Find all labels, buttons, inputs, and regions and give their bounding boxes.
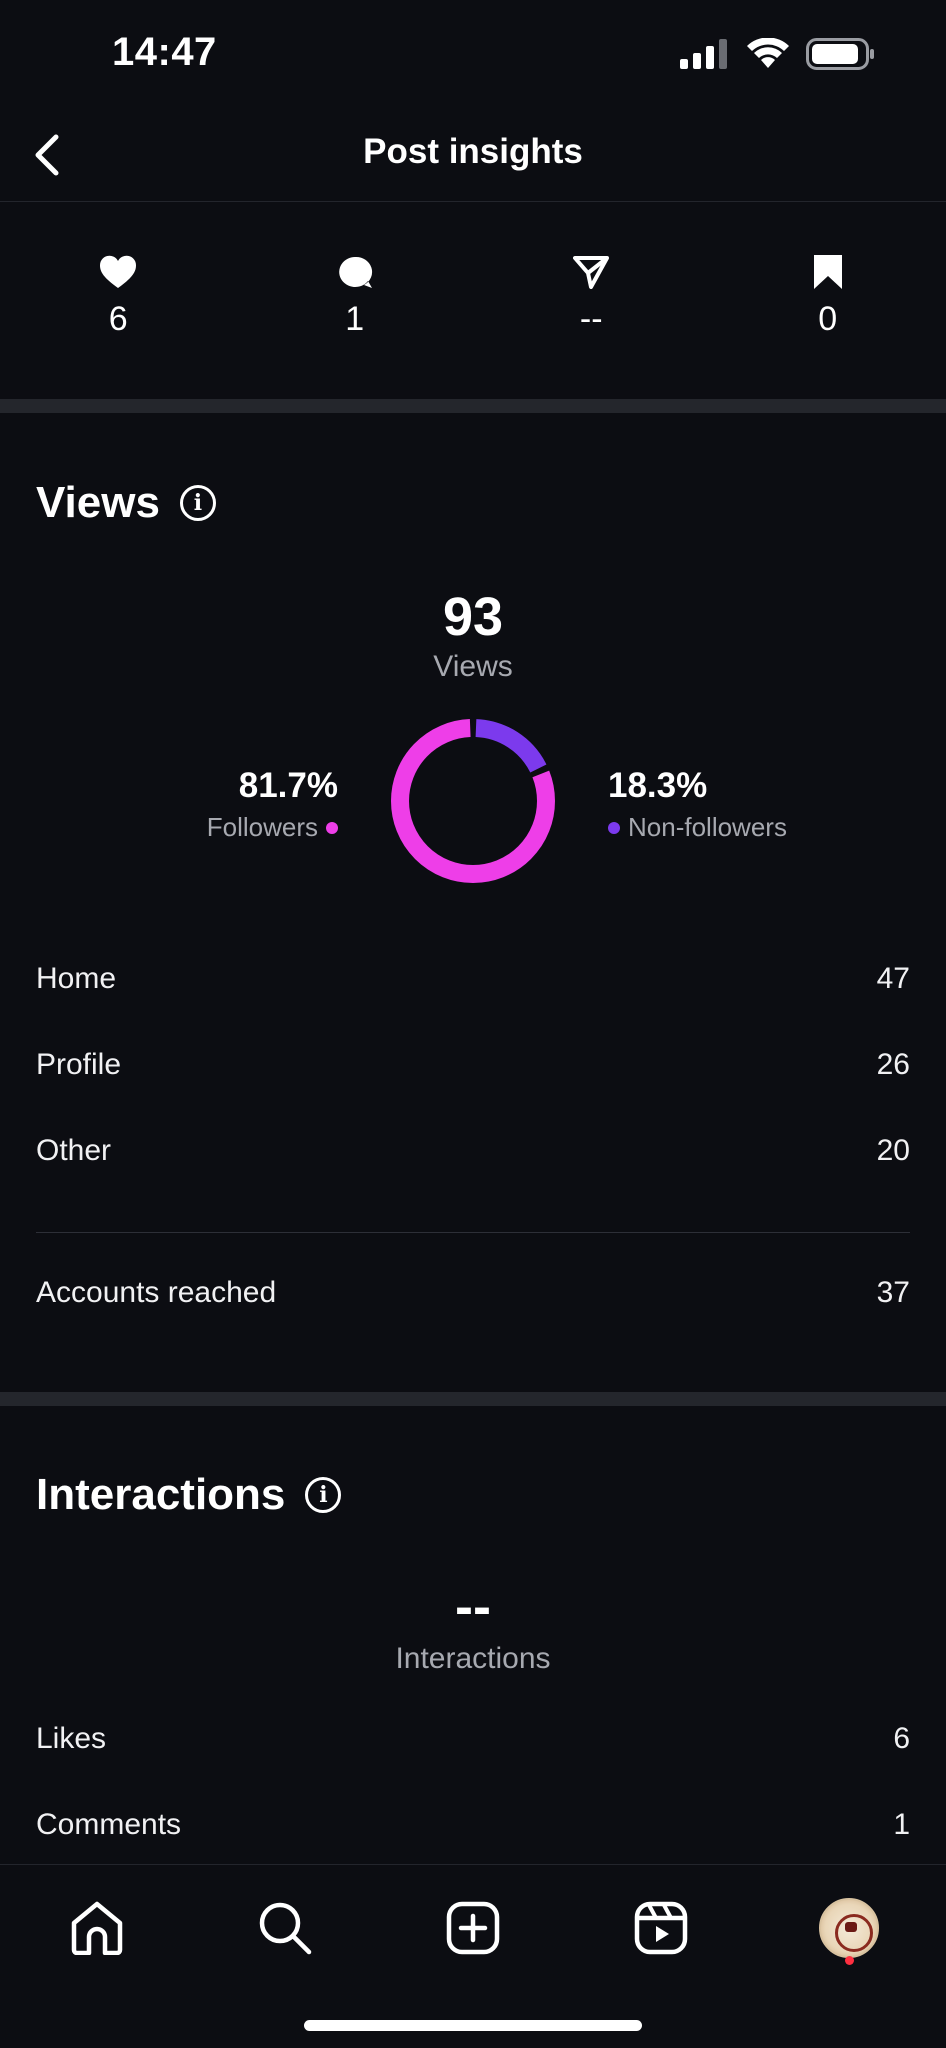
home-icon bbox=[71, 1901, 123, 1955]
source-label: Profile bbox=[36, 1048, 122, 1081]
interactions-row-comments: Comments 1 bbox=[36, 1808, 910, 1842]
stat-shares[interactable]: -- bbox=[473, 202, 710, 398]
views-title: Views bbox=[36, 478, 160, 527]
accounts-reached-label: Accounts reached bbox=[36, 1276, 277, 1309]
home-indicator bbox=[304, 2020, 642, 2031]
divider bbox=[36, 1232, 910, 1233]
followers-dot bbox=[326, 821, 338, 834]
views-donut-chart bbox=[390, 718, 556, 884]
source-value: 26 bbox=[876, 1048, 910, 1081]
info-icon[interactable]: i bbox=[305, 1477, 342, 1513]
page-title: Post insights bbox=[363, 132, 583, 171]
section-divider bbox=[0, 399, 946, 413]
stat-likes[interactable]: 6 bbox=[0, 202, 237, 398]
nav-home[interactable] bbox=[64, 1895, 130, 1961]
interaction-value: 6 bbox=[893, 1722, 910, 1755]
stat-saves-value: 0 bbox=[818, 300, 838, 338]
nonfollowers-label: Non-followers bbox=[628, 812, 787, 842]
interactions-title: Interactions bbox=[36, 1470, 286, 1519]
nonfollowers-dot bbox=[608, 821, 620, 834]
source-value: 20 bbox=[876, 1134, 910, 1167]
profile-avatar bbox=[819, 1898, 879, 1958]
nav-create[interactable] bbox=[440, 1895, 506, 1961]
heart-icon bbox=[99, 252, 137, 292]
source-value: 47 bbox=[876, 962, 910, 995]
interactions-total-label: Interactions bbox=[395, 1642, 551, 1675]
nav-reels[interactable] bbox=[628, 1895, 694, 1961]
status-bar: 14:47 bbox=[0, 0, 946, 110]
battery-icon bbox=[806, 38, 874, 70]
bookmark-icon bbox=[812, 252, 844, 292]
stat-likes-value: 6 bbox=[108, 300, 128, 338]
status-time: 14:47 bbox=[112, 30, 217, 74]
views-section-title: Views i bbox=[36, 478, 216, 528]
header: Post insights bbox=[0, 110, 946, 202]
create-icon bbox=[446, 1901, 500, 1955]
stat-shares-value: -- bbox=[579, 300, 603, 338]
followers-label: Followers bbox=[206, 812, 318, 842]
followers-percent: 81.7% bbox=[238, 766, 338, 805]
source-label: Home bbox=[36, 962, 117, 995]
source-label: Other bbox=[36, 1134, 112, 1167]
views-total: 93 bbox=[442, 587, 504, 647]
interaction-label: Likes bbox=[36, 1722, 107, 1755]
interaction-value: 1 bbox=[893, 1808, 910, 1841]
stat-comments[interactable]: 1 bbox=[237, 202, 474, 398]
followers-stat: 81.7% Followers bbox=[207, 766, 338, 843]
notification-dot bbox=[845, 1956, 854, 1965]
stat-saves[interactable]: 0 bbox=[710, 202, 946, 398]
views-source-home: Home 47 bbox=[36, 962, 910, 996]
wifi-icon bbox=[747, 38, 789, 68]
signal-icon bbox=[680, 39, 727, 69]
stat-comments-value: 1 bbox=[345, 300, 365, 338]
accounts-reached-value: 37 bbox=[876, 1276, 910, 1309]
followers-legend: Followers bbox=[207, 812, 338, 843]
stats-row: 6 1 -- 0 bbox=[0, 202, 946, 398]
nav-search[interactable] bbox=[252, 1895, 318, 1961]
search-icon bbox=[259, 1902, 312, 1955]
status-icons bbox=[680, 38, 876, 70]
views-source-other: Other 20 bbox=[36, 1134, 910, 1168]
reels-icon bbox=[634, 1901, 688, 1955]
interactions-total: -- bbox=[455, 1577, 491, 1637]
nonfollowers-legend: Non-followers bbox=[608, 812, 787, 843]
accounts-reached-row: Accounts reached 37 bbox=[36, 1276, 910, 1310]
nonfollowers-stat: 18.3% Non-followers bbox=[608, 766, 787, 843]
section-divider bbox=[0, 1392, 946, 1406]
info-icon[interactable]: i bbox=[179, 485, 216, 521]
interactions-section-title: Interactions i bbox=[36, 1470, 342, 1520]
interactions-row-likes: Likes 6 bbox=[36, 1722, 910, 1756]
nav-profile[interactable] bbox=[816, 1895, 882, 1961]
nonfollowers-percent: 18.3% bbox=[608, 766, 708, 805]
comment-icon bbox=[337, 252, 373, 292]
views-source-profile: Profile 26 bbox=[36, 1048, 910, 1082]
share-icon bbox=[573, 252, 610, 292]
views-total-label: Views bbox=[433, 650, 513, 683]
interaction-label: Comments bbox=[36, 1808, 182, 1841]
